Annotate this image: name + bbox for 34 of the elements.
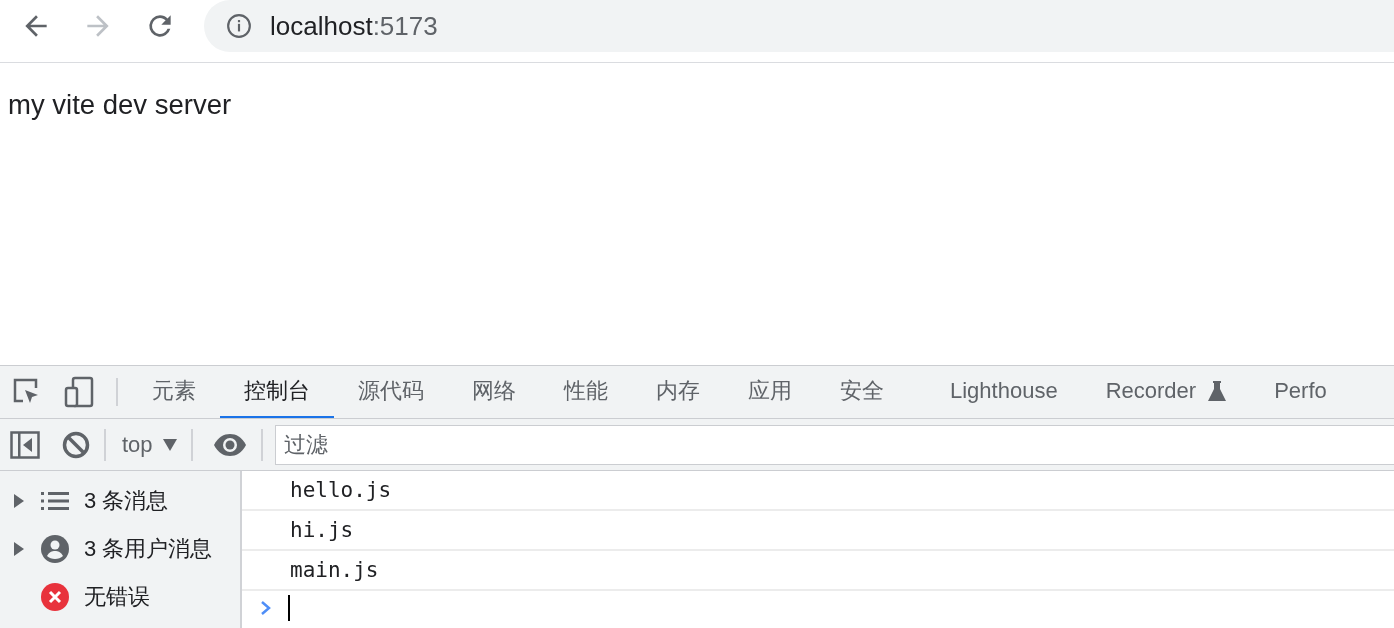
devtools-tab[interactable]: 元素 bbox=[128, 366, 220, 418]
log-message: hi.js bbox=[242, 511, 1394, 551]
error-icon bbox=[41, 583, 69, 611]
devtools-tab[interactable]: Perfo bbox=[1250, 366, 1351, 418]
flask-icon bbox=[1208, 381, 1227, 401]
eye-icon[interactable] bbox=[212, 433, 247, 456]
sidebar-item[interactable]: 3 条用户消息 bbox=[0, 525, 240, 573]
clear-icon[interactable] bbox=[62, 430, 90, 459]
sidebar-toggle-icon[interactable] bbox=[10, 430, 40, 459]
devtools-tab[interactable]: 内存 bbox=[632, 366, 724, 418]
sidebar-item[interactable]: 3 条消息 bbox=[0, 477, 240, 525]
log-message: hello.js bbox=[242, 471, 1394, 511]
list-icon bbox=[41, 492, 69, 510]
filter-field[interactable]: 过滤 bbox=[274, 424, 1394, 465]
sidebar-item[interactable]: 无错误 bbox=[0, 573, 240, 621]
devtools-tab[interactable]: 源代码 bbox=[334, 366, 448, 418]
devtools-tab[interactable]: 性能 bbox=[540, 366, 632, 418]
log-message: main.js bbox=[242, 551, 1394, 591]
device-icon[interactable] bbox=[64, 376, 94, 408]
expand-arrow-icon[interactable] bbox=[14, 542, 24, 556]
address-bar[interactable]: localhost:5173 bbox=[204, 0, 1394, 52]
text-cursor bbox=[288, 595, 290, 621]
expand-arrow-icon[interactable] bbox=[14, 494, 24, 508]
caret-icon bbox=[162, 438, 177, 451]
devtools-tab[interactable]: 应用 bbox=[724, 366, 816, 418]
devtools-tab[interactable]: 网络 bbox=[448, 366, 540, 418]
devtools-tab[interactable]: 安全 bbox=[816, 366, 908, 418]
devtools-tab[interactable]: Lighthouse bbox=[908, 366, 1082, 418]
devtools-tab[interactable]: Recorder bbox=[1081, 366, 1251, 418]
page-heading: my vite dev server bbox=[8, 89, 233, 121]
user-icon bbox=[41, 535, 69, 563]
info-icon[interactable] bbox=[226, 13, 252, 39]
context-dropdown[interactable]: top bbox=[106, 428, 193, 461]
prompt-icon bbox=[260, 600, 272, 616]
